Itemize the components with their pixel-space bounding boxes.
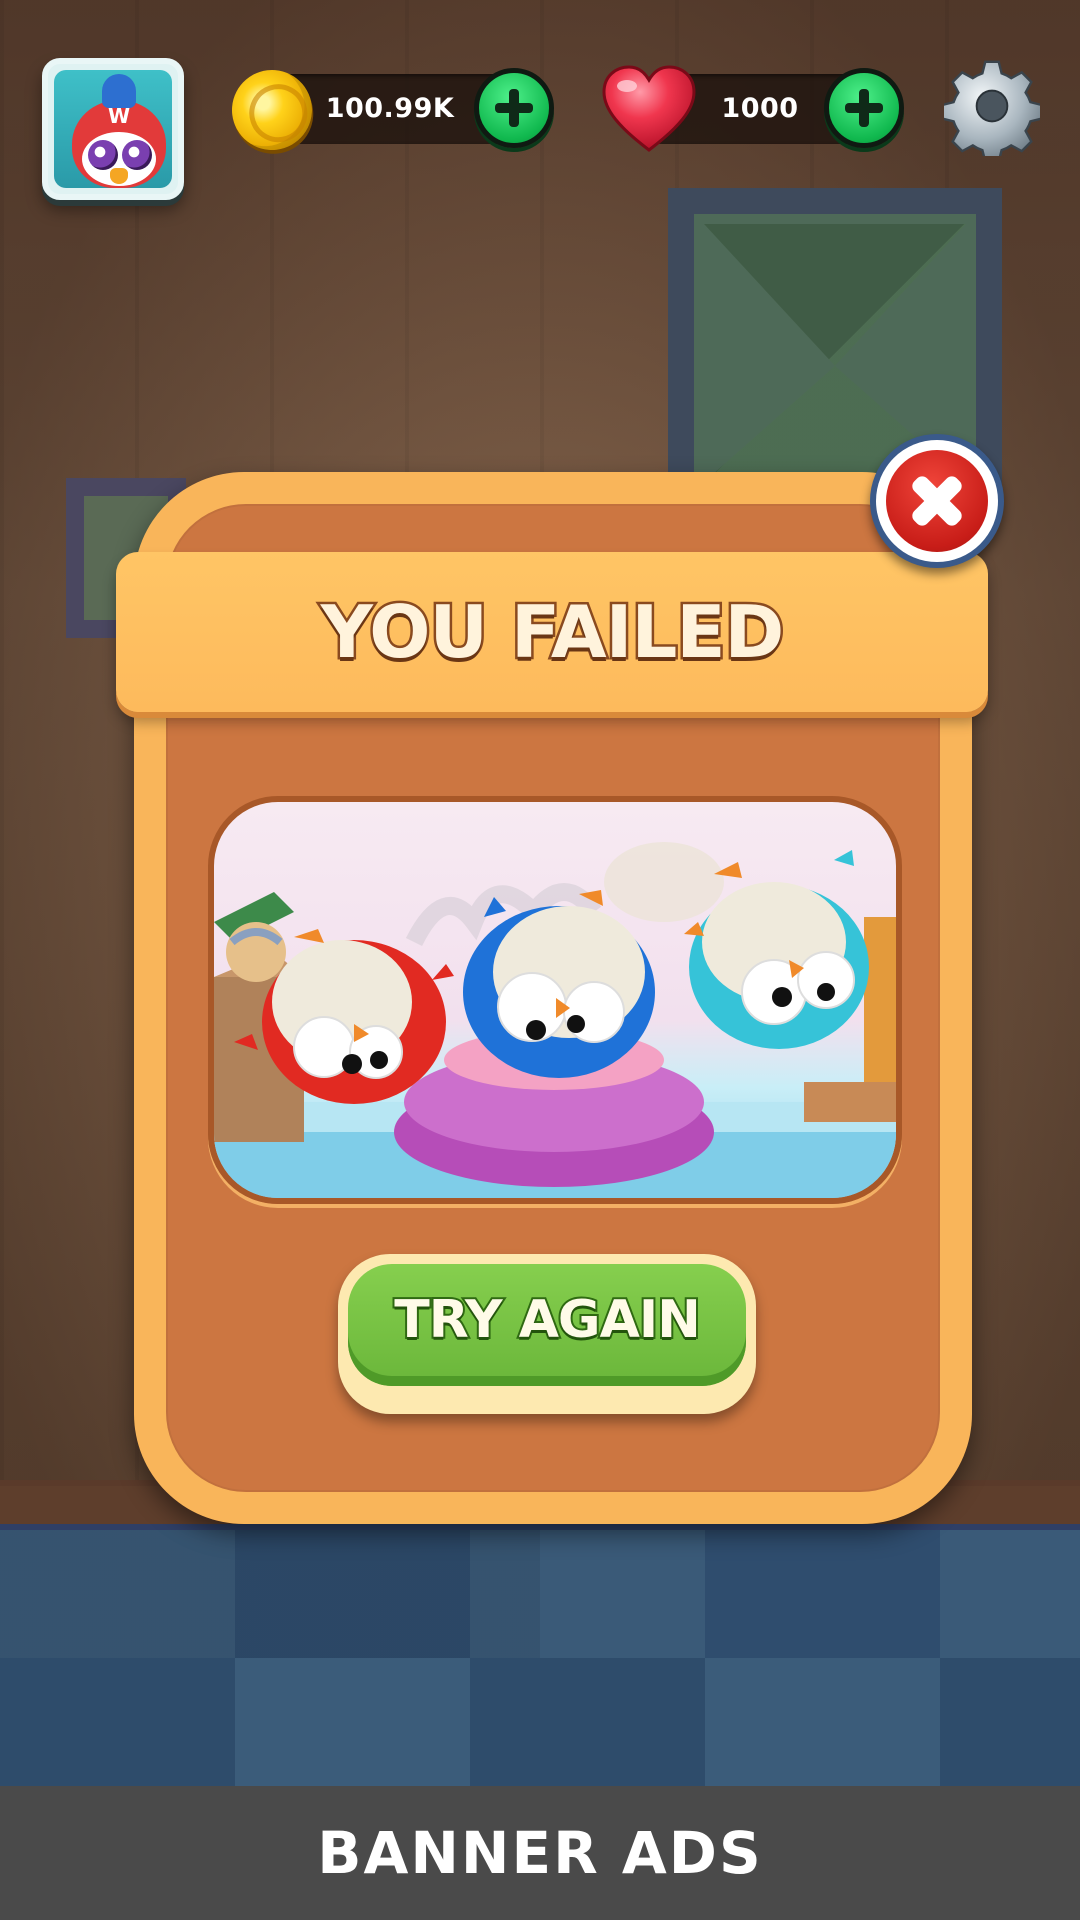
- bird-avatar-icon: W: [54, 70, 172, 188]
- dialog-title-banner: YOU FAILED: [116, 552, 988, 712]
- room-floor: [0, 1530, 1080, 1786]
- try-again-label: TRY AGAIN: [392, 1288, 702, 1352]
- dialog-title: YOU FAILED: [318, 588, 787, 677]
- add-lives-button[interactable]: [824, 68, 904, 148]
- banner-ad-area[interactable]: BANNER ADS: [0, 1786, 1080, 1920]
- level-preview-image: [208, 796, 902, 1204]
- coin-value: 100.99K: [325, 93, 455, 124]
- lives-value: 1000: [721, 93, 799, 124]
- three-plush-birds-scene: [214, 842, 896, 1198]
- try-again-button[interactable]: TRY AGAIN: [338, 1254, 756, 1414]
- gear-icon[interactable]: [944, 56, 1040, 156]
- avatar-letter: W: [107, 104, 131, 128]
- banner-ad-label: BANNER ADS: [317, 1819, 763, 1887]
- close-icon: [912, 476, 962, 526]
- add-coins-button[interactable]: [474, 68, 554, 148]
- player-avatar-button[interactable]: W: [42, 58, 184, 200]
- heart-icon: [602, 65, 696, 152]
- close-button[interactable]: [870, 434, 1004, 568]
